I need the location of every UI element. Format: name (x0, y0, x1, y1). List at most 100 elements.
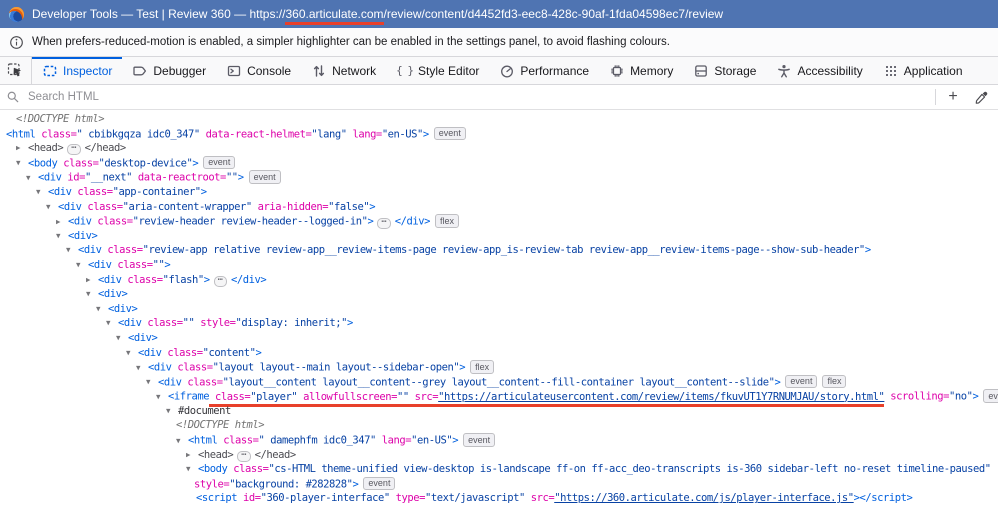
tree-line[interactable]: ▼<iframe class="player" allowfullscreen=… (0, 389, 998, 404)
tab-memory[interactable]: Memory (599, 57, 683, 84)
tree-line[interactable]: <script id="360-player-interface" type="… (0, 491, 998, 506)
syntax-val: "" (226, 172, 238, 184)
twisty-closed-icon[interactable]: ▶ (56, 215, 68, 230)
tree-line[interactable]: ▶<head>⋯</head> (0, 448, 998, 463)
tree-line[interactable]: ▼<div id="__next" data-reactroot="">even… (0, 170, 998, 185)
twisty-closed-icon[interactable]: ▶ (86, 273, 98, 288)
tree-line[interactable]: ▶<div class="flash">⋯</div> (0, 273, 998, 288)
tree-line[interactable]: ▼<div class="app-container"> (0, 185, 998, 200)
syntax-tag: > (255, 347, 261, 359)
event-badge[interactable]: event (203, 156, 235, 170)
event-badge[interactable]: event (363, 477, 395, 491)
syntax-tag: <div> (108, 303, 137, 315)
twisty-open-icon[interactable]: ▼ (56, 229, 68, 244)
tab-application[interactable]: Application (873, 57, 973, 84)
firefox-icon (9, 7, 24, 22)
twisty-open-icon[interactable]: ▼ (36, 185, 48, 200)
twisty-open-icon[interactable]: ▼ (176, 434, 188, 449)
tree-line[interactable]: ▼<div class="aria-content-wrapper" aria-… (0, 200, 998, 215)
tab-label: Debugger (153, 64, 206, 78)
twisty-open-icon[interactable]: ▼ (166, 404, 178, 419)
tree-line[interactable]: ▼<div class="content"> (0, 346, 998, 361)
event-badge[interactable]: event (434, 127, 466, 141)
event-badge[interactable]: event (463, 433, 495, 447)
tab-label: Network (332, 64, 376, 78)
twisty-open-icon[interactable]: ▼ (86, 287, 98, 302)
twisty-open-icon[interactable]: ▼ (66, 243, 78, 258)
twisty-open-icon[interactable]: ▼ (96, 302, 108, 317)
tree-line[interactable]: ▼<div class="layout__content layout__con… (0, 375, 998, 390)
twisty-open-icon[interactable]: ▼ (126, 346, 138, 361)
tree-line[interactable]: ▼<div> (0, 331, 998, 346)
tab-network[interactable]: Network (301, 57, 386, 84)
tree-line[interactable]: ▼<div class="" style="display: inherit;"… (0, 316, 998, 331)
tree-line[interactable]: ▼<div class="review-app relative review-… (0, 243, 998, 258)
syntax-val: "player" (250, 391, 297, 403)
tree-line[interactable]: ▶<div class="review-header review-header… (0, 214, 998, 229)
tree-line[interactable]: ▼<body class="desktop-device">event (0, 156, 998, 171)
syntax-attr: class= (57, 157, 98, 169)
syntax-tag: <div (68, 216, 92, 228)
twisty-open-icon[interactable]: ▼ (46, 200, 58, 215)
twisty-open-icon[interactable]: ▼ (116, 331, 128, 346)
tree-line[interactable]: ▼<div> (0, 302, 998, 317)
tab-style-editor[interactable]: { } Style Editor (386, 57, 489, 84)
tab-inspector[interactable]: Inspector (32, 57, 122, 84)
twisty-open-icon[interactable]: ▼ (76, 258, 88, 273)
syntax-val: "review-header review-header--logged-in" (133, 216, 368, 228)
syntax-attr: scrolling= (884, 391, 949, 403)
tree-line[interactable]: <!DOCTYPE html> (0, 112, 998, 127)
twisty-open-icon[interactable]: ▼ (26, 171, 38, 186)
syntax-link[interactable]: "https://articulateusercontent.com/revie… (438, 391, 884, 403)
tree-line[interactable]: ▼<div class="layout layout--main layout-… (0, 360, 998, 375)
syntax-tag: <html (188, 435, 217, 447)
event-badge[interactable]: event (249, 170, 281, 184)
twisty-closed-icon[interactable]: ▶ (186, 448, 198, 463)
tree-line[interactable]: ▼<body class="cs-HTML theme-unified view… (0, 462, 998, 477)
tree-line[interactable]: ▼<div> (0, 229, 998, 244)
syntax-val: "false" (328, 201, 369, 213)
twisty-open-icon[interactable]: ▼ (106, 316, 118, 331)
syntax-tag: <div> (128, 332, 157, 344)
syntax-link[interactable]: "https://360.articulate.com/js/player-in… (554, 492, 853, 504)
syntax-attr: style= (194, 478, 229, 490)
tree-line[interactable]: ▶<head>⋯</head> (0, 141, 998, 156)
search-input[interactable] (26, 90, 929, 104)
tab-label: Application (904, 64, 963, 78)
add-node-button[interactable]: + (942, 86, 964, 108)
tab-performance[interactable]: Performance (489, 57, 599, 84)
tab-debugger[interactable]: Debugger (122, 57, 216, 84)
tree-line[interactable]: <html class=" cbibkgqza idc0_347" data-r… (0, 127, 998, 142)
event-badge[interactable]: event (983, 389, 998, 403)
tree-line[interactable]: ▼<div> (0, 287, 998, 302)
twisty-open-icon[interactable]: ▼ (156, 390, 168, 405)
flex-badge[interactable]: flex (470, 360, 494, 374)
tree-line[interactable]: style="background: #282828">event (0, 477, 998, 492)
event-badge[interactable]: event (785, 375, 817, 389)
tab-accessibility[interactable]: Accessibility (766, 57, 872, 84)
style-editor-icon: { } (396, 64, 413, 77)
collapsed-content-icon[interactable]: ⋯ (214, 276, 227, 287)
tab-console[interactable]: Console (216, 57, 301, 84)
collapsed-content-icon[interactable]: ⋯ (67, 144, 80, 155)
syntax-tag: <div (138, 347, 162, 359)
twisty-open-icon[interactable]: ▼ (186, 462, 198, 477)
node-picker-button[interactable] (0, 57, 32, 84)
collapsed-content-icon[interactable]: ⋯ (377, 218, 390, 229)
flex-badge[interactable]: flex (822, 375, 846, 389)
accessibility-icon (776, 63, 792, 79)
syntax-val: "360-player-interface" (261, 492, 390, 504)
console-icon (226, 63, 242, 79)
twisty-closed-icon[interactable]: ▶ (16, 141, 28, 156)
tree-line[interactable]: ▼<div class=""> (0, 258, 998, 273)
twisty-open-icon[interactable]: ▼ (146, 375, 158, 390)
collapsed-content-icon[interactable]: ⋯ (237, 451, 250, 462)
twisty-open-icon[interactable]: ▼ (136, 361, 148, 376)
flex-badge[interactable]: flex (435, 214, 459, 228)
syntax-attr: lang= (347, 128, 382, 140)
twisty-open-icon[interactable]: ▼ (16, 156, 28, 171)
tree-line[interactable]: ▼<html class=" damephfm idc0_347" lang="… (0, 433, 998, 448)
tree-line[interactable]: <!DOCTYPE html> (0, 418, 998, 433)
tab-storage[interactable]: Storage (683, 57, 766, 84)
eyedropper-button[interactable] (970, 86, 992, 108)
